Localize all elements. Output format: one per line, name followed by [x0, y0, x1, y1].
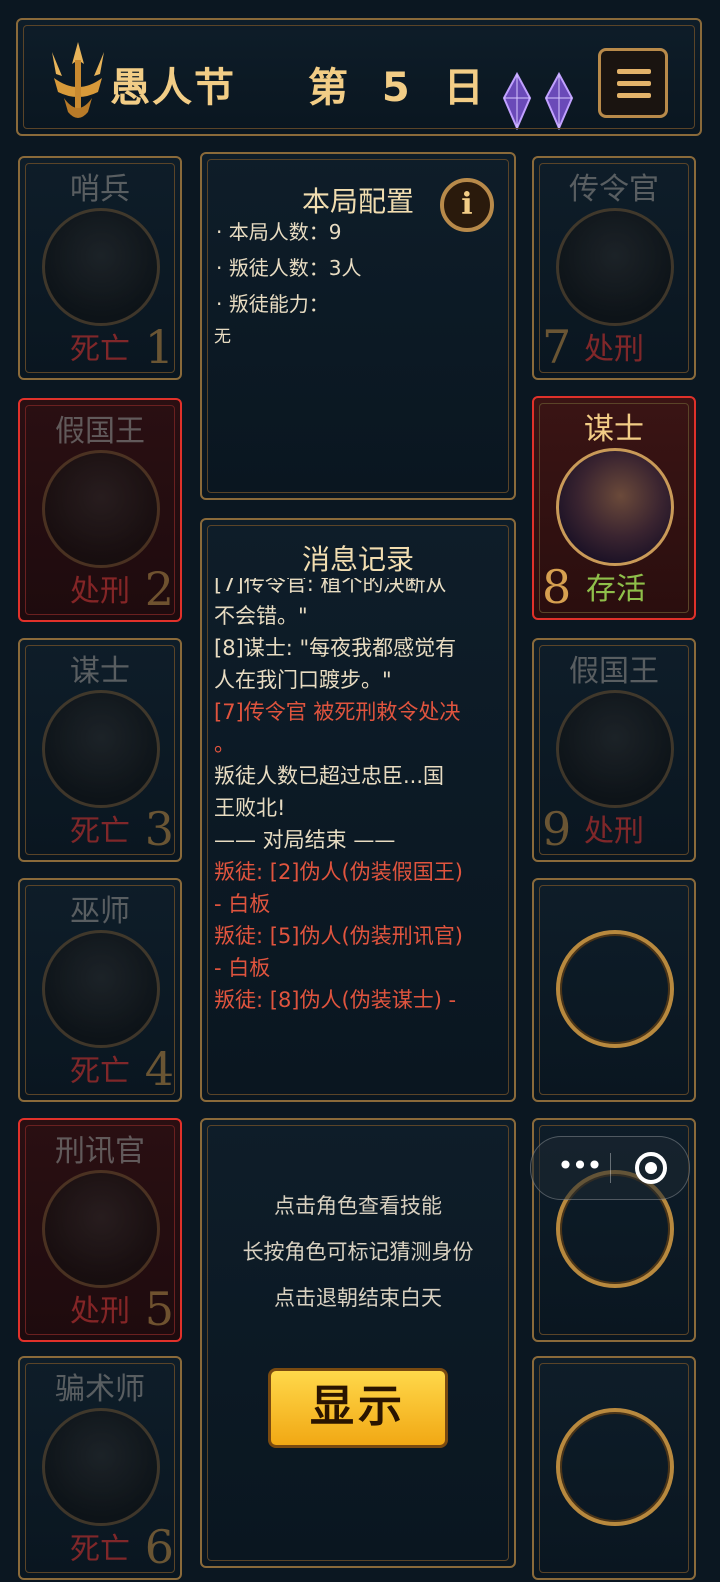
tip-line: 点击角色查看技能 — [274, 1194, 442, 1218]
seat-number: 4 — [144, 1042, 174, 1096]
empty-portrait-ring — [556, 930, 674, 1048]
role-portrait — [42, 930, 160, 1048]
role-card-5[interactable]: 刑讯官 处刑 5 — [18, 1118, 182, 1342]
seat-number: 1 — [144, 320, 174, 374]
role-name: 假国王 — [55, 414, 145, 449]
top-bar: 愚人节 第 5 日 — [16, 18, 702, 136]
role-name: 谋士 — [584, 412, 644, 447]
show-button[interactable]: 显示 — [268, 1368, 448, 1448]
role-status: 处刑 — [584, 814, 644, 849]
role-card-6[interactable]: 骗术师 死亡 6 — [18, 1356, 182, 1580]
role-status: 存活 — [586, 572, 646, 607]
log-line: - 白板 — [214, 892, 271, 916]
role-portrait — [556, 208, 674, 326]
config-ability-value: 无 — [214, 327, 231, 347]
role-name: 刑讯官 — [55, 1134, 145, 1169]
seat-number: 9 — [542, 802, 572, 856]
seat-number: 2 — [144, 562, 174, 616]
role-card-1[interactable]: 哨兵 死亡 1 — [18, 156, 182, 380]
log-line: - 白板 — [214, 956, 271, 980]
role-card-4[interactable]: 巫师 死亡 4 — [18, 878, 182, 1102]
log-line: [8]谋士: "每夜我都感觉有 — [214, 636, 457, 660]
role-status: 死亡 — [70, 332, 130, 367]
seat-number: 3 — [144, 802, 174, 856]
game-config-panel: 本局配置 i · 本局人数：9 · 叛徒人数：3人 · 叛徒能力： 无 — [200, 152, 516, 500]
log-line: 叛徒: [5]伪人(伪装刑讯官) — [214, 924, 463, 948]
role-portrait — [556, 448, 674, 566]
tips-panel: 点击角色查看技能 长按角色可标记猜测身份 点击退朝结束白天 显示 — [200, 1118, 516, 1568]
crystal-gem-icon — [544, 72, 574, 130]
close-target-icon[interactable] — [635, 1152, 667, 1184]
role-portrait — [42, 1408, 160, 1526]
role-status: 处刑 — [70, 1294, 130, 1329]
info-icon[interactable]: i — [440, 178, 494, 232]
role-portrait — [42, 690, 160, 808]
role-name: 谋士 — [70, 654, 130, 689]
miniprogram-capsule: ••• — [530, 1136, 690, 1200]
log-line: 人在我门口踱步。" — [214, 668, 392, 692]
day-counter: 第 5 日 — [308, 65, 494, 111]
empty-seat-card[interactable] — [532, 1356, 696, 1580]
role-portrait — [556, 690, 674, 808]
tip-line: 点击退朝结束白天 — [274, 1286, 442, 1310]
festival-title: 愚人节 — [110, 65, 236, 111]
role-card-8[interactable]: 谋士 存活 8 — [532, 396, 696, 620]
log-line: 王败北! — [214, 796, 286, 820]
log-line: 叛徒人数已超过忠臣...国 — [214, 764, 445, 788]
empty-seat-card[interactable] — [532, 878, 696, 1102]
role-status: 死亡 — [70, 1532, 130, 1567]
menu-icon — [617, 69, 651, 74]
log-line: [7]传令官 被死刑敕令处决 — [214, 700, 461, 724]
log-title: 消息记录 — [301, 543, 414, 576]
role-status: 死亡 — [70, 1054, 130, 1089]
role-card-2[interactable]: 假国王 处刑 2 — [18, 398, 182, 622]
role-portrait — [42, 450, 160, 568]
role-status: 死亡 — [70, 814, 130, 849]
more-icon[interactable]: ••• — [551, 1137, 607, 1199]
config-traitor-count: · 叛徒人数：3人 — [216, 256, 362, 280]
log-line: 叛徒: [8]伪人(伪装谋士) - — [214, 988, 457, 1012]
tip-line: 长按角色可标记猜测身份 — [242, 1240, 474, 1264]
log-line: [7]传令官: 植个的决断从 — [214, 578, 447, 596]
log-line: 。 — [214, 732, 235, 756]
empty-portrait-ring — [556, 1408, 674, 1526]
seat-number: 6 — [144, 1520, 174, 1574]
log-scroll-area[interactable]: [7]传令官: 植个的决断从不会错。" [8]谋士: "每夜我都感觉有 人在我门口踱… — [214, 578, 500, 1016]
role-name: 巫师 — [70, 894, 130, 929]
menu-button[interactable] — [598, 48, 668, 118]
role-card-9[interactable]: 假国王 处刑 9 — [532, 638, 696, 862]
config-traitor-ability: · 叛徒能力： — [216, 292, 329, 316]
log-line: 不会错。" — [214, 604, 308, 628]
role-name: 假国王 — [569, 654, 659, 689]
message-log-panel: 消息记录 [7]传令官: 植个的决断从不会错。" [8]谋士: "每夜我都感觉有人… — [200, 518, 516, 1102]
seat-number: 7 — [542, 320, 572, 374]
role-status: 处刑 — [70, 574, 130, 609]
role-status: 处刑 — [584, 332, 644, 367]
role-portrait — [42, 1170, 160, 1288]
crystal-gem-icon — [502, 72, 532, 130]
config-player-count: · 本局人数：9 — [216, 220, 342, 244]
log-line: —— 对局结束 —— — [214, 828, 396, 852]
log-line: 叛徒: [2]伪人(伪装假国王) — [214, 860, 463, 884]
trident-crown-icon — [52, 42, 104, 118]
seat-number: 5 — [144, 1282, 174, 1336]
role-card-3[interactable]: 谋士 死亡 3 — [18, 638, 182, 862]
role-name: 传令官 — [569, 172, 659, 207]
role-portrait — [42, 208, 160, 326]
role-card-7[interactable]: 传令官 处刑 7 — [532, 156, 696, 380]
role-name: 骗术师 — [55, 1372, 145, 1407]
role-name: 哨兵 — [70, 172, 130, 207]
seat-number: 8 — [542, 560, 572, 614]
